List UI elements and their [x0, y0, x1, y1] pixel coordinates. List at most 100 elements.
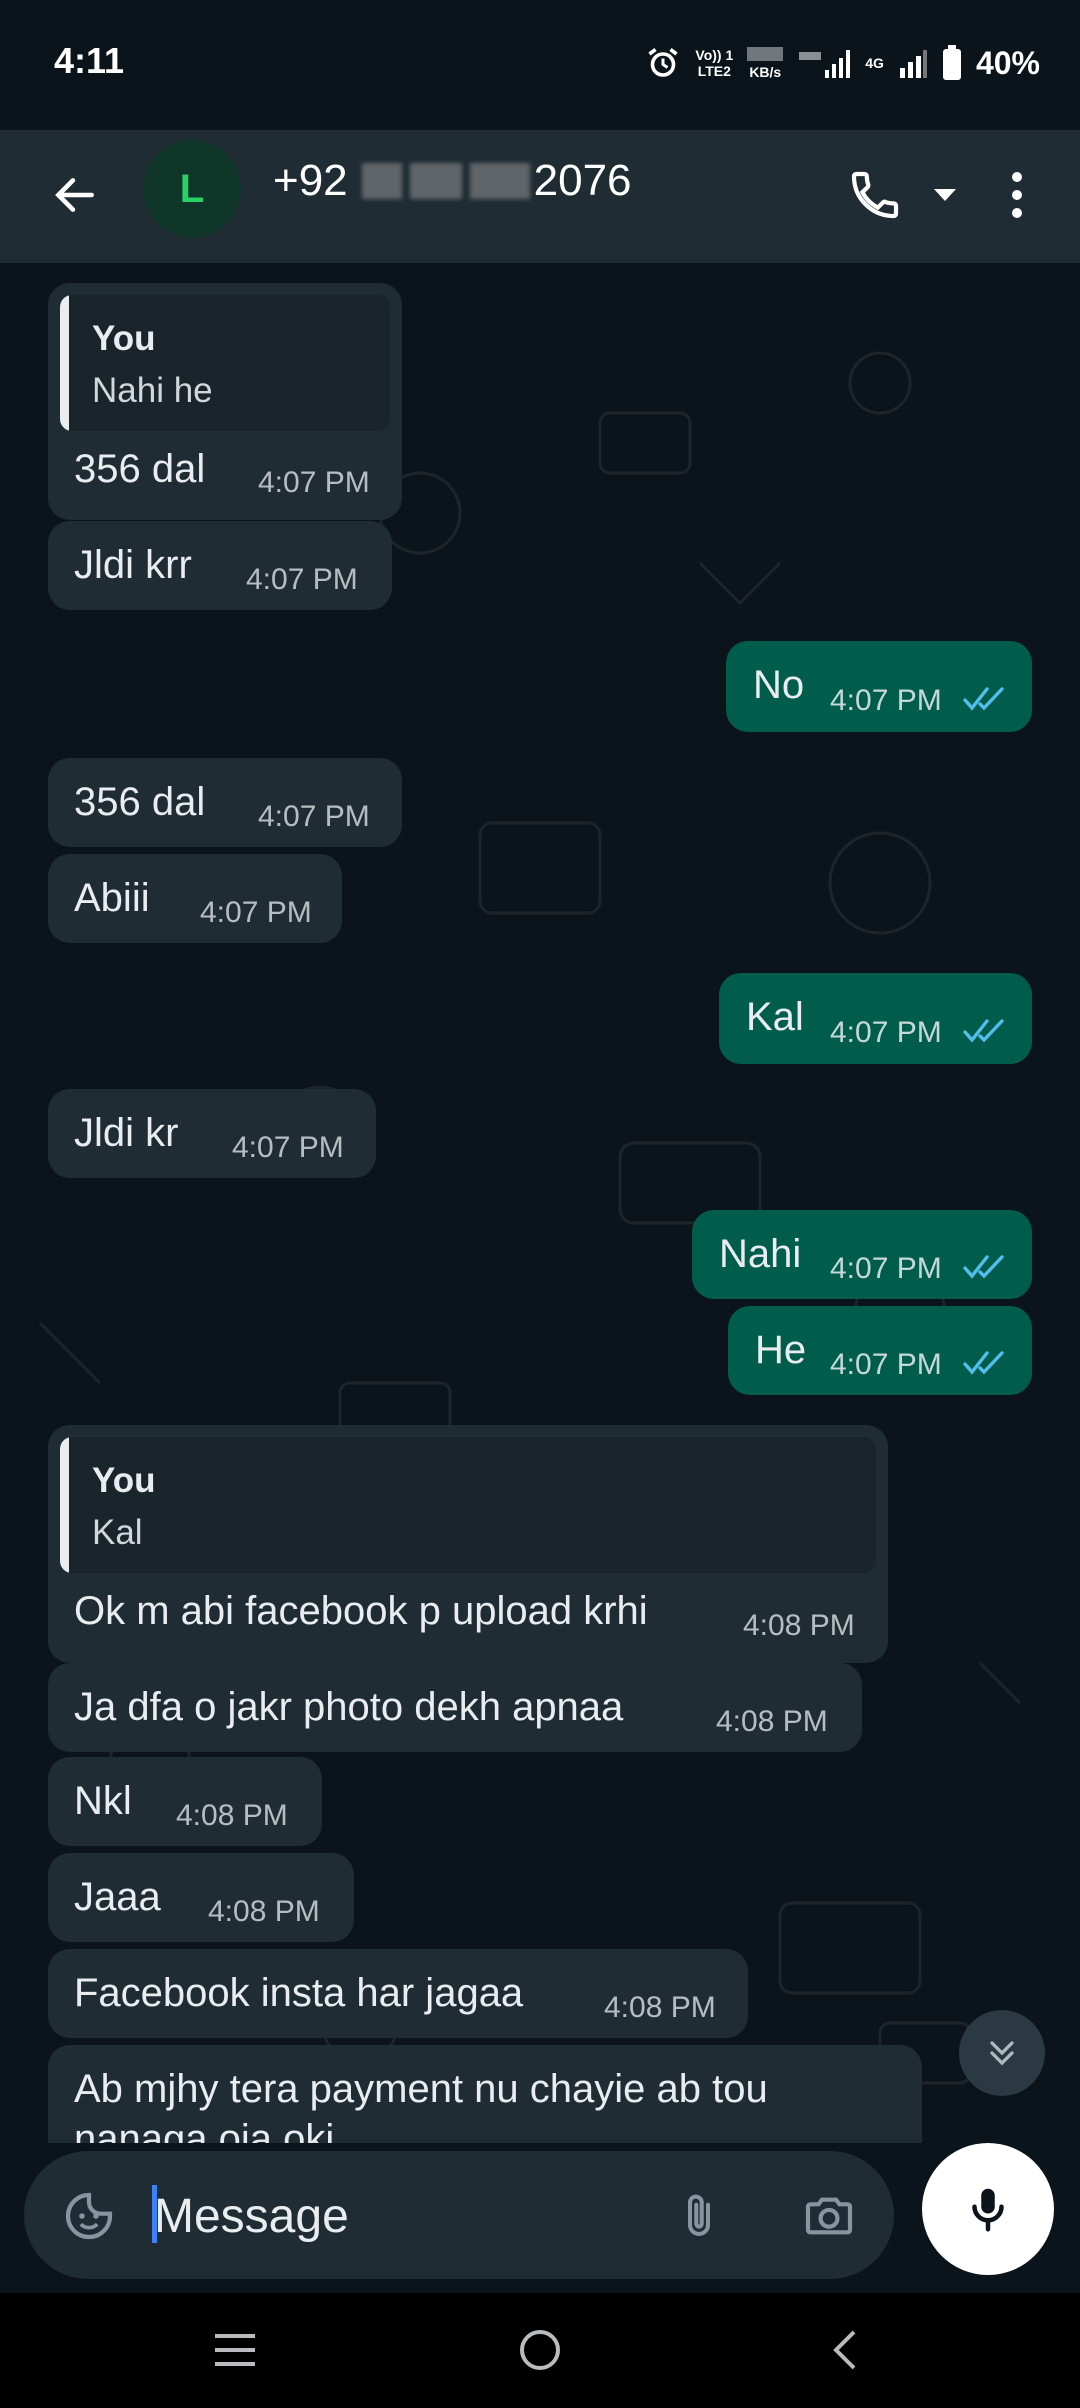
message-time: 4:07 PM — [830, 1348, 942, 1381]
message-time: 4:07 PM — [246, 563, 358, 596]
message-incoming[interactable]: Jaaa 4:08 PM — [48, 1853, 354, 1942]
home-circle-icon — [520, 2330, 560, 2370]
message-time: 4:07 PM — [830, 1252, 942, 1285]
quote-bar — [60, 1437, 69, 1573]
message-time: 4:07 PM — [232, 1131, 344, 1164]
camera-icon — [805, 2197, 853, 2235]
system-back-button[interactable] — [810, 2315, 880, 2385]
phone-icon — [851, 171, 899, 219]
message-time: 4:08 PM — [208, 1895, 320, 1928]
message-text: 356 dal — [74, 447, 206, 491]
quote-text: Nahi he — [92, 371, 213, 410]
battery-icon — [942, 45, 961, 80]
message-incoming[interactable]: You Kal Ok m abi facebook p upload krhi … — [48, 1425, 888, 1663]
caret-down-icon — [934, 189, 956, 201]
message-text: 356 dal — [74, 780, 206, 824]
message-outgoing[interactable]: He 4:07 PM — [728, 1306, 1032, 1395]
message-text-line2: nanaga oja oki — [74, 2117, 335, 2143]
net-type: 4G — [865, 55, 884, 71]
microphone-icon — [972, 2188, 1004, 2232]
chevron-left-icon — [833, 2330, 856, 2370]
alarm-icon — [648, 48, 678, 77]
message-text: Facebook insta har jagaa — [74, 1971, 524, 2015]
message-outgoing[interactable]: Nahi 4:07 PM — [692, 1210, 1032, 1299]
message-text: Jldi krr — [74, 543, 192, 587]
message-text: Nahi — [719, 1232, 802, 1276]
message-text: Kal — [746, 995, 804, 1039]
quote-text: Kal — [92, 1513, 143, 1552]
message-time: 4:08 PM — [716, 1705, 828, 1738]
message-outgoing[interactable]: No 4:07 PM — [726, 641, 1032, 732]
read-receipt-icon — [963, 1019, 1004, 1043]
more-options-button[interactable] — [990, 160, 1044, 230]
message-incoming[interactable]: Ja dfa o jakr photo dekh apnaa 4:08 PM — [48, 1663, 862, 1752]
contact-suffix: 2076 — [533, 156, 632, 205]
status-icons: Vo)) 1 LTE2 KB/s 4G 40% — [645, 38, 1040, 88]
signal-icon-2 — [899, 50, 927, 78]
message-list[interactable]: You Nahi he 356 dal 4:07 PM Jldi krr 4:0… — [0, 263, 1080, 2143]
signal-icon — [799, 50, 851, 78]
message-incoming[interactable]: Ab mjhy tera payment nu chayie ab tou na… — [48, 2045, 922, 2143]
message-text: He — [755, 1328, 807, 1372]
message-text: Jldi kr — [74, 1111, 179, 1155]
message-text: Ja dfa o jakr photo dekh apnaa — [74, 1685, 624, 1729]
composer: Message — [0, 2143, 1080, 2293]
contact-name[interactable]: +92 2076 — [273, 156, 632, 206]
volte-indicator: Vo)) 1 LTE2 — [695, 47, 734, 79]
message-time: 4:07 PM — [830, 684, 942, 717]
voice-message-button[interactable] — [922, 2143, 1054, 2275]
status-bar: 4:11 Vo)) 1 LTE2 KB/s 4G 40% — [0, 0, 1080, 130]
message-time: 4:07 PM — [830, 1016, 942, 1049]
read-receipt-icon — [963, 1255, 1004, 1279]
message-input[interactable]: Message — [154, 2189, 349, 2244]
call-options-dropdown[interactable] — [920, 170, 970, 220]
attach-button[interactable] — [664, 2181, 734, 2251]
voice-call-button[interactable] — [840, 160, 910, 230]
message-incoming[interactable]: Abiii 4:07 PM — [48, 854, 342, 943]
paperclip-icon — [687, 2194, 711, 2237]
message-incoming[interactable]: Facebook insta har jagaa 4:08 PM — [48, 1949, 748, 2038]
message-incoming[interactable]: Jldi kr 4:07 PM — [48, 1089, 376, 1178]
message-outgoing[interactable]: Kal 4:07 PM — [719, 973, 1032, 1064]
message-incoming[interactable]: You Nahi he 356 dal 4:07 PM — [48, 283, 402, 520]
menu-icon — [215, 2334, 255, 2366]
message-time: 4:07 PM — [258, 800, 370, 833]
quote-author: You — [92, 319, 156, 358]
message-text: Jaaa — [74, 1875, 161, 1919]
read-receipt-icon — [963, 687, 1004, 711]
message-text: Abiii — [74, 876, 150, 920]
scroll-to-bottom-button[interactable] — [959, 2010, 1045, 2096]
message-text: Ok m abi facebook p upload krhi — [74, 1589, 648, 1633]
read-receipt-icon — [963, 1351, 1004, 1375]
message-text: Nkl — [74, 1779, 132, 1823]
contact-avatar[interactable]: L — [143, 140, 241, 238]
data-speed: KB/s — [747, 46, 784, 80]
quoted-message[interactable]: You Kal — [60, 1437, 876, 1573]
message-text: No — [753, 663, 805, 707]
status-time: 4:11 — [54, 40, 125, 81]
battery-level: 40% — [975, 44, 1040, 81]
message-incoming[interactable]: 356 dal 4:07 PM — [48, 758, 402, 847]
back-button[interactable] — [40, 160, 110, 230]
more-vertical-icon — [1012, 172, 1022, 218]
double-chevron-down-icon — [990, 2041, 1014, 2066]
contact-prefix: +92 — [273, 156, 348, 205]
recents-button[interactable] — [200, 2315, 270, 2385]
message-time: 4:07 PM — [200, 896, 312, 929]
message-text: Ab mjhy tera payment nu chayie ab tou — [74, 2067, 768, 2111]
redacted-block — [361, 163, 402, 199]
redacted-block — [469, 163, 530, 199]
quoted-message[interactable]: You Nahi he — [60, 295, 390, 431]
message-incoming[interactable]: Nkl 4:08 PM — [48, 1757, 322, 1846]
emoji-sticker-button[interactable] — [54, 2181, 124, 2251]
message-incoming[interactable]: Jldi krr 4:07 PM — [48, 521, 392, 610]
message-time: 4:07 PM — [258, 466, 370, 499]
arrow-left-icon — [55, 178, 94, 212]
quote-bar — [60, 295, 69, 431]
system-nav-bar — [0, 2293, 1080, 2408]
home-button[interactable] — [505, 2315, 575, 2385]
camera-button[interactable] — [794, 2181, 864, 2251]
message-time: 4:08 PM — [743, 1609, 855, 1642]
redacted-block — [409, 163, 462, 199]
message-input-container[interactable]: Message — [24, 2151, 894, 2279]
